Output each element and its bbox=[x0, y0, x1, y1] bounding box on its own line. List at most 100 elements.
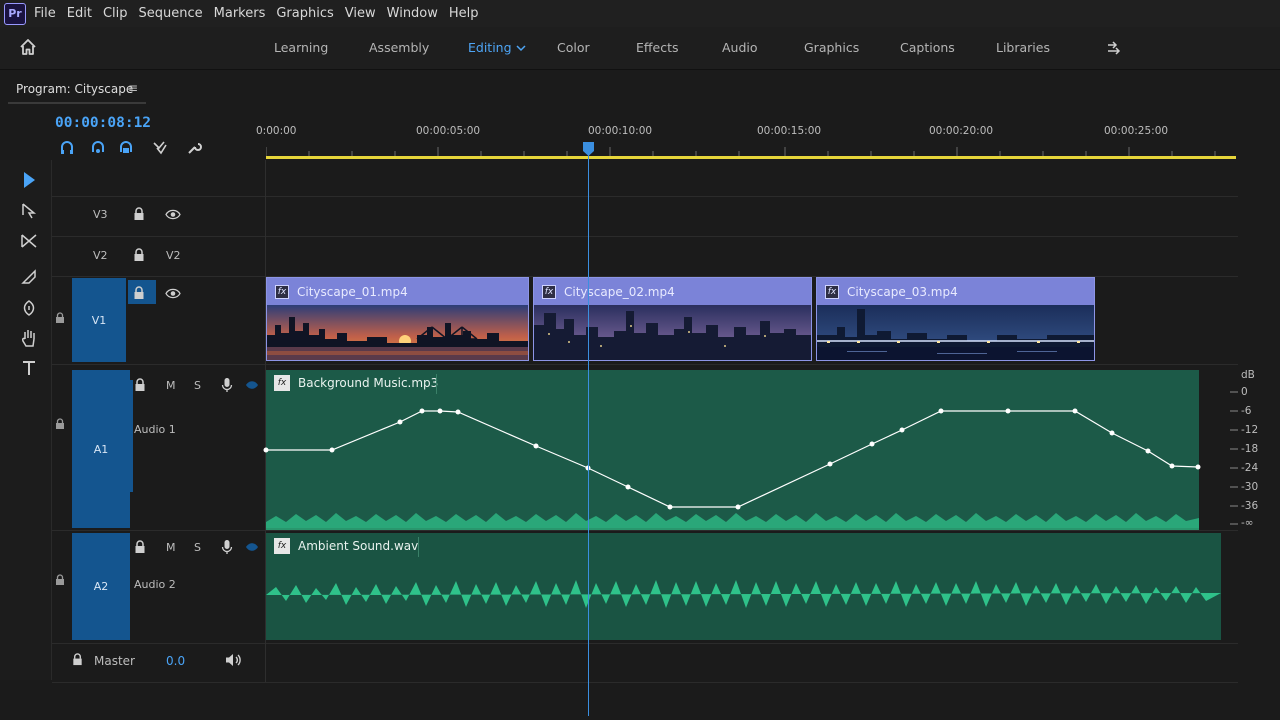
playhead-handle-icon[interactable] bbox=[582, 141, 595, 157]
menu-bar: Pr File Edit Clip Sequence Markers Graph… bbox=[0, 0, 1280, 27]
clip-thumbnail bbox=[817, 305, 1094, 360]
marker-settings-icon[interactable] bbox=[152, 140, 168, 156]
selection-tool-icon[interactable] bbox=[18, 169, 40, 191]
db-scale-label: -6 bbox=[1241, 405, 1252, 417]
voice-over-icon[interactable] bbox=[245, 379, 259, 391]
lock-icon[interactable] bbox=[132, 248, 146, 262]
track-divider bbox=[52, 530, 1238, 531]
hand-tool-icon[interactable] bbox=[18, 327, 40, 349]
track-name-v1: V1 bbox=[91, 313, 107, 327]
tab-libraries[interactable]: Libraries bbox=[996, 40, 1050, 55]
chevron-down-icon[interactable] bbox=[516, 44, 526, 52]
master-label: Master bbox=[94, 654, 135, 668]
clip-thumbnail bbox=[267, 305, 528, 360]
fx-badge-icon[interactable]: fx bbox=[825, 284, 839, 299]
tab-effects[interactable]: Effects bbox=[636, 40, 679, 55]
tab-graphics[interactable]: Graphics bbox=[804, 40, 859, 55]
track-divider bbox=[52, 196, 1238, 197]
track-divider bbox=[52, 364, 1238, 365]
volume-keyframe-line[interactable] bbox=[262, 404, 1206, 516]
track-select-tool-icon[interactable] bbox=[18, 200, 40, 222]
tab-captions[interactable]: Captions bbox=[900, 40, 955, 55]
razor-tool-icon[interactable] bbox=[18, 266, 40, 288]
playhead-timecode[interactable]: 00:00:08:12 bbox=[55, 115, 151, 131]
ruler-label: 0:00:00 bbox=[256, 125, 297, 137]
solo-button-a2[interactable]: S bbox=[194, 541, 201, 554]
lock-icon[interactable] bbox=[133, 378, 147, 392]
track-target-v2[interactable]: V2 bbox=[166, 249, 181, 262]
track-target-v1[interactable]: V1 bbox=[72, 278, 126, 362]
menu-sequence[interactable]: Sequence bbox=[139, 6, 203, 21]
more-workspaces-icon[interactable] bbox=[1106, 41, 1122, 55]
video-clip[interactable]: fx Cityscape_01.mp4 bbox=[266, 277, 529, 361]
clip-header-divider bbox=[418, 537, 419, 557]
pen-tool-icon[interactable] bbox=[18, 297, 40, 319]
fx-badge-icon[interactable]: fx bbox=[542, 284, 556, 299]
clip-header: fx Cityscape_02.mp4 bbox=[534, 278, 811, 305]
lock-icon[interactable] bbox=[132, 207, 146, 221]
menu-edit[interactable]: Edit bbox=[67, 6, 92, 21]
track-target-a2[interactable]: A2 bbox=[72, 533, 130, 640]
menu-file[interactable]: File bbox=[34, 6, 56, 21]
track-name-v2[interactable]: V2 bbox=[93, 249, 108, 262]
linked-selection-icon[interactable] bbox=[90, 140, 106, 156]
solo-button-a1[interactable]: S bbox=[194, 379, 201, 392]
panel-tab-underline bbox=[8, 102, 146, 104]
tab-learning[interactable]: Learning bbox=[274, 40, 328, 55]
speaker-icon[interactable] bbox=[224, 652, 242, 668]
lock-icon[interactable] bbox=[71, 653, 84, 666]
db-scale-label: 0 bbox=[1241, 386, 1248, 398]
master-volume-value[interactable]: 0.0 bbox=[166, 654, 185, 668]
voice-over-icon[interactable] bbox=[245, 541, 259, 553]
menu-graphics[interactable]: Graphics bbox=[276, 6, 333, 21]
microphone-icon[interactable] bbox=[221, 377, 233, 393]
track-height-handle[interactable] bbox=[130, 380, 133, 492]
tab-assembly[interactable]: Assembly bbox=[369, 40, 429, 55]
add-marker-icon[interactable] bbox=[118, 140, 134, 156]
type-tool-icon[interactable] bbox=[18, 357, 40, 379]
tab-audio[interactable]: Audio bbox=[722, 40, 758, 55]
tab-editing[interactable]: Editing bbox=[468, 40, 512, 55]
wrench-icon[interactable] bbox=[186, 140, 202, 156]
track-name-v3[interactable]: V3 bbox=[93, 208, 108, 221]
video-clip[interactable]: fx Cityscape_03.mp4 bbox=[816, 277, 1095, 361]
menu-clip[interactable]: Clip bbox=[103, 6, 128, 21]
sync-lock-icon[interactable] bbox=[54, 312, 66, 324]
eye-icon[interactable] bbox=[165, 288, 181, 299]
premiere-logo-icon: Pr bbox=[4, 2, 26, 25]
clip-name: Cityscape_01.mp4 bbox=[297, 284, 408, 299]
sync-lock-icon[interactable] bbox=[54, 418, 66, 430]
sync-lock-icon[interactable] bbox=[54, 574, 66, 586]
menu-markers[interactable]: Markers bbox=[214, 6, 266, 21]
db-scale-ticks bbox=[1230, 391, 1238, 525]
snap-icon[interactable] bbox=[59, 140, 75, 156]
home-icon[interactable] bbox=[19, 38, 37, 56]
menu-window[interactable]: Window bbox=[387, 6, 438, 21]
time-ruler[interactable] bbox=[266, 142, 1238, 160]
panel-menu-icon[interactable]: ≡ bbox=[128, 81, 138, 95]
tab-color[interactable]: Color bbox=[557, 40, 590, 55]
video-clip[interactable]: fx Cityscape_02.mp4 bbox=[533, 277, 812, 361]
ripple-edit-tool-icon[interactable] bbox=[18, 230, 40, 252]
mute-button-a2[interactable]: M bbox=[166, 541, 176, 554]
fx-badge-icon[interactable]: fx bbox=[274, 375, 290, 391]
eye-icon[interactable] bbox=[165, 209, 181, 220]
db-scale-label: -18 bbox=[1241, 443, 1259, 455]
track-target-a1[interactable]: A1 bbox=[72, 370, 130, 528]
menu-view[interactable]: View bbox=[345, 6, 376, 21]
ruler-label: 00:00:15:00 bbox=[757, 125, 822, 137]
fx-badge-icon[interactable]: fx bbox=[275, 284, 289, 299]
db-scale-label: -24 bbox=[1241, 462, 1259, 474]
panel-title[interactable]: Program: Cityscape bbox=[16, 82, 133, 96]
clip-name: Ambient Sound.wav bbox=[298, 539, 419, 553]
clip-header: fx Cityscape_03.mp4 bbox=[817, 278, 1094, 305]
lock-icon[interactable] bbox=[133, 540, 147, 554]
menu-help[interactable]: Help bbox=[449, 6, 479, 21]
mute-button-a1[interactable]: M bbox=[166, 379, 176, 392]
audio-clip[interactable]: fx Ambient Sound.wav bbox=[266, 533, 1221, 640]
microphone-icon[interactable] bbox=[221, 539, 233, 555]
lock-icon[interactable] bbox=[132, 286, 146, 300]
workspace-bar: Learning Assembly Editing Color Effects … bbox=[0, 27, 1280, 70]
fx-badge-icon[interactable]: fx bbox=[274, 538, 290, 554]
playhead-line[interactable] bbox=[588, 150, 589, 716]
